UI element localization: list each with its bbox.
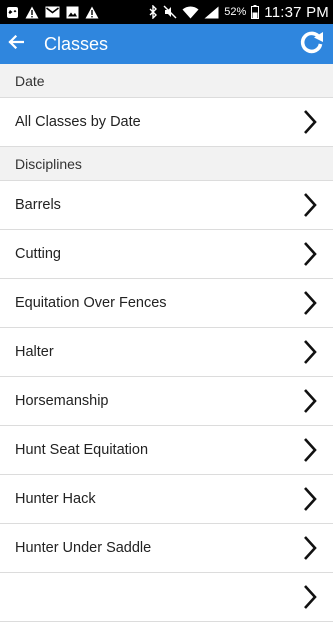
list-item-label: Barrels xyxy=(15,197,61,213)
list-item[interactable] xyxy=(0,573,333,622)
list-item[interactable]: Horsemanship xyxy=(0,377,333,426)
list-item[interactable]: Hunter Hack xyxy=(0,475,333,524)
chevron-right-icon xyxy=(301,240,319,268)
list-item-label: Equitation Over Fences xyxy=(15,295,167,311)
status-bar-system: 52% 11:37 PM xyxy=(149,4,329,21)
signal-icon xyxy=(204,6,219,19)
mail-icon xyxy=(45,6,60,18)
chevron-right-icon xyxy=(301,534,319,562)
chevron-right-icon xyxy=(301,289,319,317)
chevron-right-icon xyxy=(301,583,319,611)
list-item[interactable]: Equitation Over Fences xyxy=(0,279,333,328)
mute-icon xyxy=(163,5,177,19)
app-bar: Classes xyxy=(0,24,333,64)
list-item-label: Hunt Seat Equitation xyxy=(15,442,149,458)
chevron-right-icon xyxy=(301,485,319,513)
list-item[interactable]: Barrels xyxy=(0,181,333,230)
bluetooth-icon xyxy=(149,5,158,19)
warning-icon xyxy=(85,6,99,19)
refresh-button[interactable] xyxy=(294,24,330,64)
list-item[interactable]: Hunt Seat Equitation xyxy=(0,426,333,475)
chevron-right-icon xyxy=(301,191,319,219)
list-item-label: Horsemanship xyxy=(15,393,109,409)
image-icon xyxy=(66,6,79,19)
list-item[interactable]: Hunter Under Saddle xyxy=(0,524,333,573)
list-item[interactable]: Halter xyxy=(0,328,333,377)
status-bar-notifications xyxy=(6,6,99,19)
section-header-disciplines: Disciplines xyxy=(0,147,333,181)
battery-icon xyxy=(251,5,260,19)
list-item-label: Halter xyxy=(15,344,54,360)
chevron-right-icon xyxy=(301,387,319,415)
classes-list: Date All Classes by Date Disciplines Bar… xyxy=(0,64,333,622)
dropbox-icon xyxy=(6,6,19,19)
chevron-right-icon xyxy=(301,108,319,136)
list-item-label: Hunter Under Saddle xyxy=(15,540,152,556)
list-item[interactable]: Cutting xyxy=(0,230,333,279)
wifi-icon xyxy=(182,5,199,19)
refresh-icon xyxy=(299,29,325,60)
warning-icon xyxy=(25,6,39,19)
page-title: Classes xyxy=(44,33,109,54)
back-button[interactable] xyxy=(2,24,30,64)
arrow-left-icon xyxy=(8,34,25,54)
list-item-label: Cutting xyxy=(15,246,61,262)
status-bar: 52% 11:37 PM xyxy=(0,0,333,24)
section-header-date: Date xyxy=(0,64,333,98)
list-item[interactable]: All Classes by Date xyxy=(0,98,333,147)
list-item-label: All Classes by Date xyxy=(15,114,141,130)
battery-percent: 52% xyxy=(224,6,247,18)
chevron-right-icon xyxy=(301,436,319,464)
chevron-right-icon xyxy=(301,338,319,366)
list-item-label: Hunter Hack xyxy=(15,491,96,507)
clock: 11:37 PM xyxy=(264,3,329,21)
